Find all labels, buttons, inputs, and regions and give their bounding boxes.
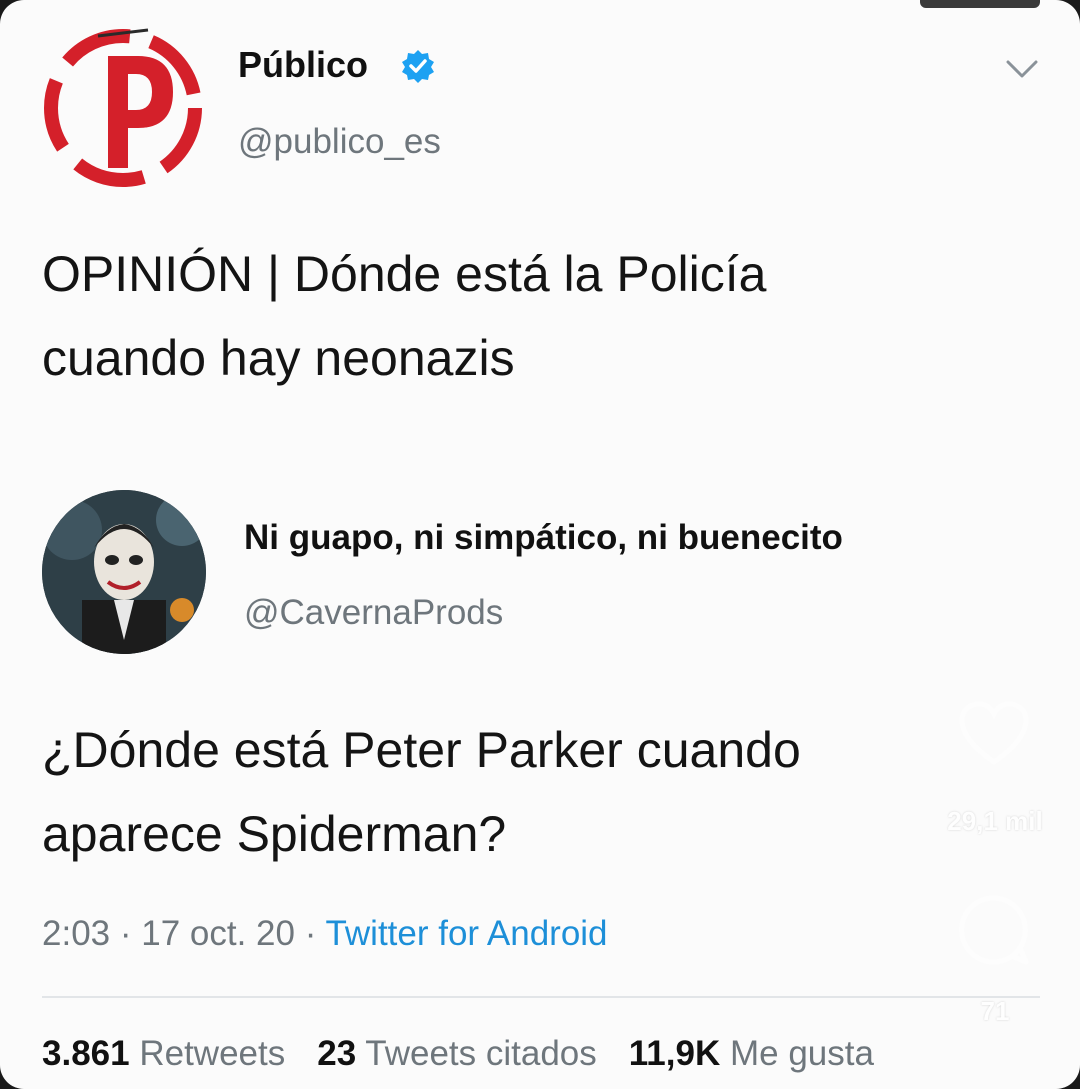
quotes-label: Tweets citados bbox=[365, 1034, 597, 1073]
quotes-stat[interactable]: 23 Tweets citados bbox=[317, 1034, 597, 1073]
publico-logo[interactable] bbox=[38, 28, 208, 188]
likes-count: 11,9K bbox=[628, 1034, 721, 1073]
meta-separator: · bbox=[110, 914, 142, 953]
tweet-text: OPINIÓN | Dónde está la Policía cuando h… bbox=[42, 232, 1032, 400]
tweet-text-line: OPINIÓN | Dónde está la Policía bbox=[42, 246, 767, 302]
avatar[interactable] bbox=[42, 490, 206, 654]
verified-badge-icon bbox=[402, 50, 434, 83]
comment-count: 71 bbox=[980, 996, 1010, 1026]
quoted-author-name[interactable]: Ni guapo, ni simpático, ni buenecito bbox=[244, 518, 843, 558]
retweets-label: Retweets bbox=[139, 1034, 286, 1073]
quoted-tweet-text: ¿Dónde está Peter Parker cuando aparece … bbox=[42, 708, 1042, 876]
tweet-client-link[interactable]: Twitter for Android bbox=[325, 914, 607, 953]
author-handle[interactable]: @publico_es bbox=[238, 122, 441, 162]
divider bbox=[42, 996, 1040, 998]
tweet-time[interactable]: 2:03 bbox=[42, 914, 110, 953]
retweets-count: 3.861 bbox=[42, 1034, 130, 1073]
likes-stat[interactable]: 11,9K Me gusta bbox=[629, 1034, 874, 1073]
heart-icon[interactable] bbox=[958, 700, 1030, 768]
quotes-count: 23 bbox=[317, 1034, 357, 1073]
meta-separator: · bbox=[294, 914, 326, 953]
status-bar-fragment bbox=[920, 0, 1040, 8]
quoted-text-line: aparece Spiderman? bbox=[42, 806, 507, 862]
tweet-card: Público @publico_es OPINIÓN | Dónde está… bbox=[0, 0, 1080, 1089]
comment-icon[interactable] bbox=[954, 890, 1034, 970]
author-name[interactable]: Público bbox=[238, 44, 368, 86]
likes-label: Me gusta bbox=[729, 1034, 874, 1073]
like-count: 29,1 mil bbox=[947, 806, 1043, 836]
tweet-date[interactable]: 17 oct. 20 bbox=[141, 914, 295, 953]
quoted-author-handle[interactable]: @CavernaProds bbox=[244, 593, 503, 633]
chevron-down-icon[interactable] bbox=[1002, 56, 1042, 82]
tweet-stats: 3.861 Retweets 23 Tweets citados 11,9K Me … bbox=[42, 1034, 874, 1074]
avatar-image bbox=[42, 490, 206, 654]
retweets-stat[interactable]: 3.861 Retweets bbox=[42, 1034, 285, 1073]
quoted-text-line: ¿Dónde está Peter Parker cuando bbox=[42, 722, 801, 778]
tweet-meta: 2:03 · 17 oct. 20 · Twitter for Android bbox=[42, 914, 608, 954]
tweet-text-line: cuando hay neonazis bbox=[42, 330, 515, 386]
